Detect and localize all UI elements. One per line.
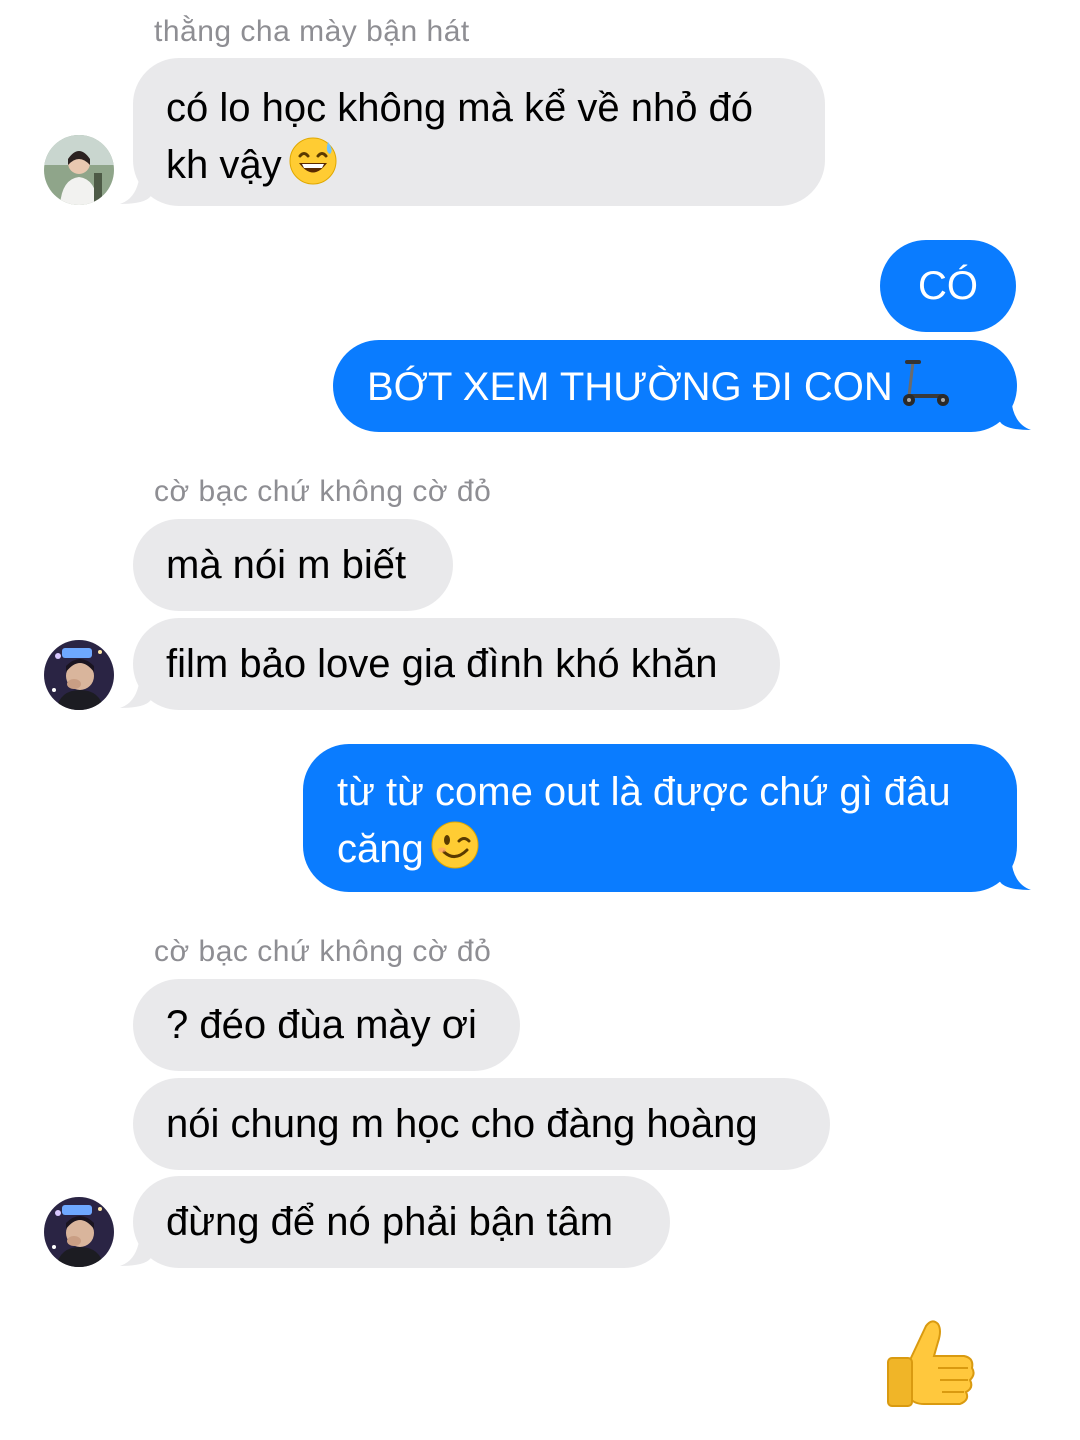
avatar[interactable]	[44, 1197, 114, 1267]
message-bubble-outgoing[interactable]: từ từ come out là được chứ gì đâu căng	[303, 744, 1017, 892]
message-bubble-incoming[interactable]: mà nói m biết	[133, 519, 453, 611]
sender-name: cờ bạc chứ không cờ đỏ	[154, 935, 492, 968]
message-bubble-outgoing[interactable]: CÓ	[880, 240, 1016, 332]
message-text: CÓ	[918, 264, 978, 308]
message-bubble-incoming[interactable]: có lo học không mà kể về nhỏ đó kh vậy	[133, 58, 825, 206]
message-bubble-incoming[interactable]: đừng để nó phải bận tâm	[133, 1176, 670, 1268]
bubble-tail	[993, 858, 1033, 892]
message-text: nói chung m học cho đàng hoàng	[166, 1102, 758, 1146]
message-bubble-incoming[interactable]: ? đéo đùa mày ơi	[133, 979, 520, 1071]
message-bubble-outgoing[interactable]: BỚT XEM THƯỜNG ĐI CON	[333, 340, 1017, 432]
message-bubble-incoming[interactable]: nói chung m học cho đàng hoàng	[133, 1078, 830, 1170]
message-text: film bảo love gia đình khó khăn	[166, 642, 718, 686]
avatar[interactable]	[44, 135, 114, 205]
grinning-sweat-emoji-icon	[288, 136, 338, 186]
message-bubble-incoming[interactable]: film bảo love gia đình khó khăn	[133, 618, 780, 710]
thumbs-up-emoji-icon[interactable]	[880, 1316, 980, 1416]
message-text: đừng để nó phải bận tâm	[166, 1200, 614, 1244]
sender-name: cờ bạc chứ không cờ đỏ	[154, 475, 492, 508]
message-text: có lo học không mà kể về nhỏ đó	[166, 86, 754, 130]
message-text: ? đéo đùa mày ơi	[166, 1003, 477, 1047]
message-text: mà nói m biết	[166, 543, 407, 587]
message-text: BỚT XEM THƯỜNG ĐI CON	[367, 365, 893, 409]
message-text: kh vậy	[166, 143, 282, 187]
bubble-tail	[118, 172, 158, 206]
bubble-tail	[993, 398, 1033, 432]
avatar[interactable]	[44, 640, 114, 710]
sender-name: thằng cha mày bận hát	[154, 15, 470, 48]
kick-scooter-emoji-icon	[899, 358, 951, 408]
winking-face-emoji-icon	[430, 820, 480, 870]
message-text: căng	[337, 827, 424, 871]
bubble-tail	[118, 1234, 158, 1268]
bubble-tail	[118, 676, 158, 710]
message-text: từ từ come out là được chứ gì đâu	[337, 770, 951, 814]
